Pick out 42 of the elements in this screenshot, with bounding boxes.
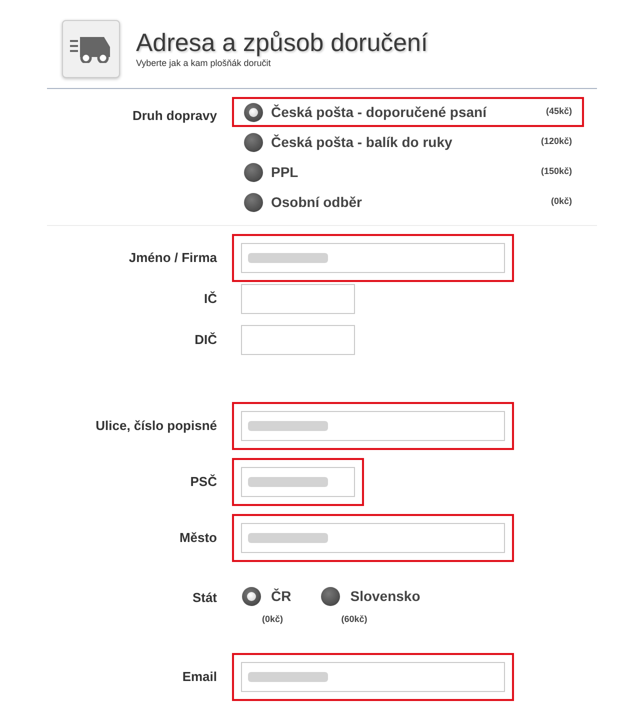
input-field[interactable]	[241, 411, 505, 441]
field-label: Jméno / Firma	[128, 249, 217, 268]
option-label[interactable]: Osobní odběr	[271, 192, 362, 212]
input-field[interactable]	[241, 467, 355, 497]
field-label: Stát	[191, 589, 217, 607]
option-label[interactable]: ČR	[271, 586, 292, 607]
option-label[interactable]: Česká pošta - doporučené psaní	[271, 102, 486, 122]
field-label: Město	[178, 529, 217, 548]
field-label: PSČ	[189, 473, 217, 492]
field-label: Email	[181, 668, 217, 686]
price-label: (45kč)	[546, 105, 572, 118]
blurred-value-icon	[248, 532, 328, 544]
price-label: (0kč)	[262, 613, 284, 626]
field-label: IČ	[203, 290, 217, 308]
blurred-value-icon	[248, 252, 328, 264]
option-label[interactable]: PPL	[271, 162, 298, 182]
field-label: Ulice, číslo popisné	[94, 417, 217, 436]
page-subtitle: Vyberte jak a kam plošňák doručit	[136, 57, 272, 69]
input-field[interactable]	[241, 284, 355, 314]
price-label: (150kč)	[540, 165, 572, 178]
radio-button[interactable]	[244, 162, 263, 182]
option-label[interactable]: Česká pošta - balík do ruky	[271, 132, 452, 152]
blurred-value-icon	[248, 476, 328, 488]
radio-button[interactable]	[321, 587, 340, 606]
field-label: Druh dopravy	[131, 107, 217, 125]
input-field[interactable]	[241, 662, 505, 692]
blurred-value-icon	[248, 420, 328, 432]
blurred-value-icon	[248, 670, 328, 682]
price-label: (120kč)	[540, 135, 572, 148]
input-field[interactable]	[241, 523, 505, 553]
option-label[interactable]: Slovensko	[350, 586, 420, 607]
truck-icon	[62, 20, 120, 78]
price-label: (0kč)	[550, 195, 572, 208]
field-label: DIČ	[194, 331, 217, 350]
radio-button[interactable]	[244, 132, 263, 152]
radio-button[interactable]	[244, 192, 263, 212]
radio-button[interactable]	[242, 587, 261, 606]
price-label: (60kč)	[341, 613, 368, 626]
input-field[interactable]	[241, 243, 505, 273]
input-field[interactable]	[241, 325, 355, 355]
page-title: Adresa a způsob doručení	[136, 29, 428, 57]
radio-button[interactable]	[244, 102, 263, 122]
